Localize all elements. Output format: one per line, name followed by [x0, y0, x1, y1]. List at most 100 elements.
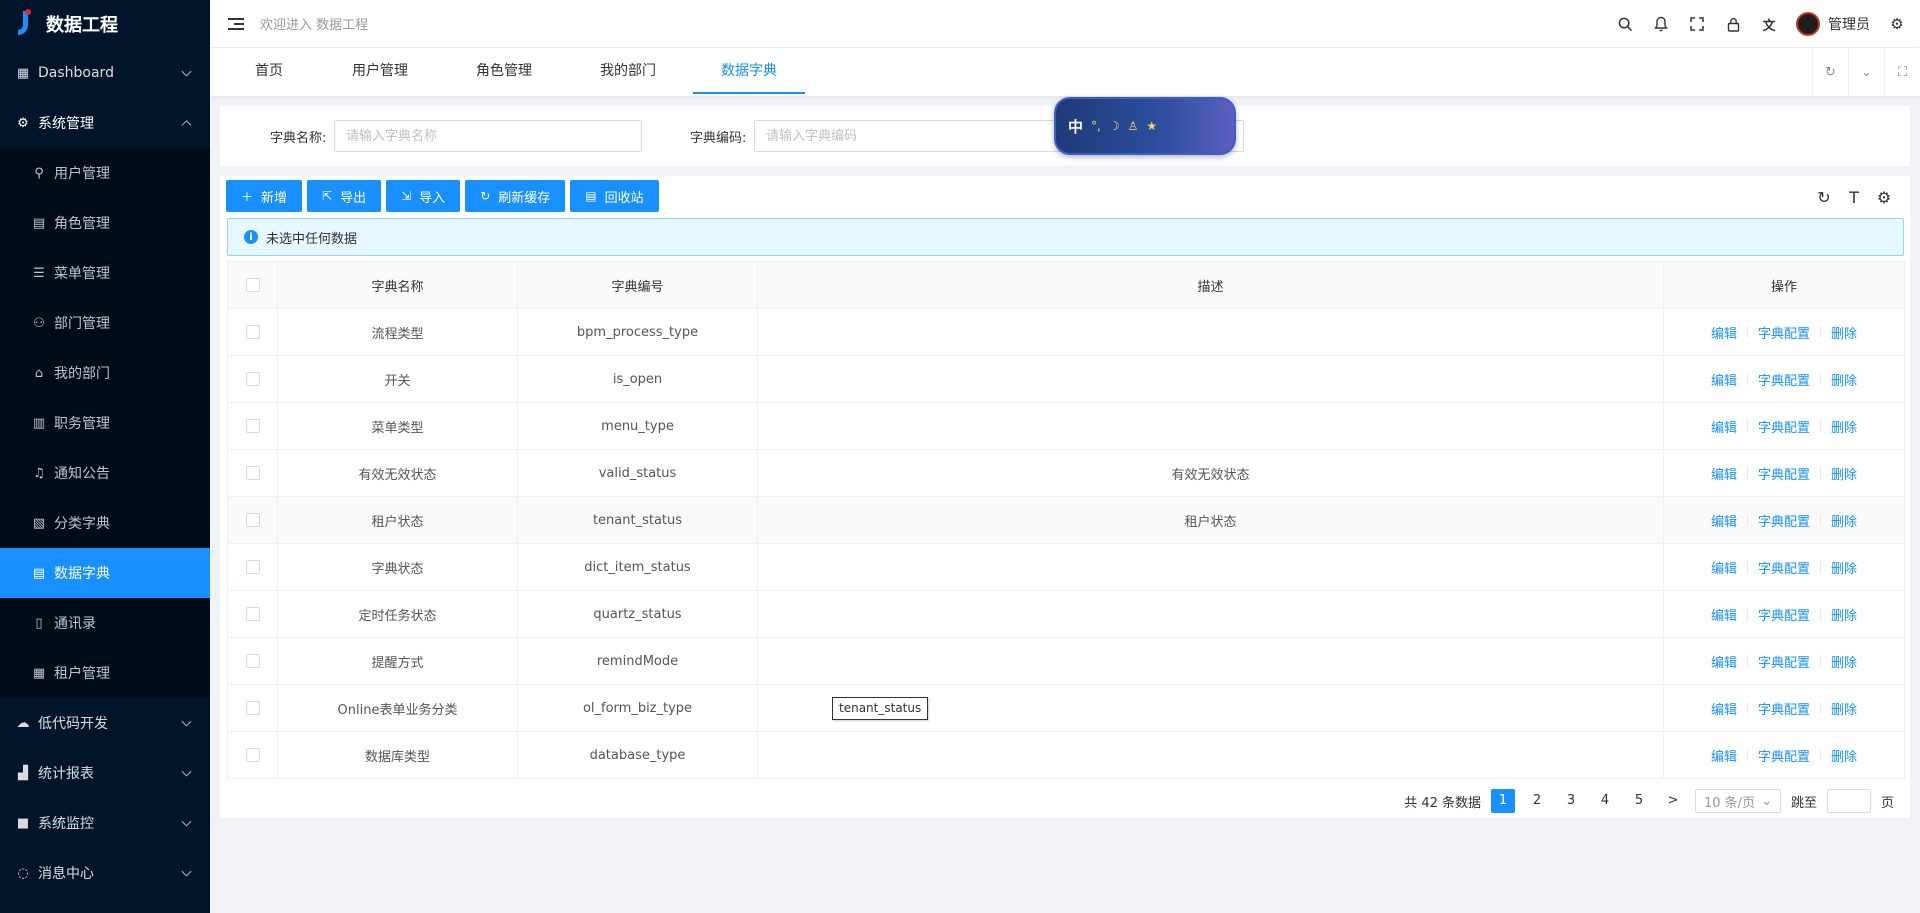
row-checkbox[interactable] — [245, 701, 260, 715]
app-logo[interactable]: 数据工程 — [0, 0, 210, 48]
dict-config-link[interactable]: 字典配置 — [1758, 464, 1810, 483]
next-page-icon[interactable]: > — [1661, 789, 1685, 813]
edit-link[interactable]: 编辑 — [1711, 370, 1737, 389]
dict-name-input[interactable] — [334, 120, 642, 152]
delete-link[interactable]: 删除 — [1831, 558, 1857, 577]
add-button[interactable]: ＋ 新增 — [226, 180, 303, 212]
sidebar-item-roles[interactable]: ▤ 角色管理 — [0, 198, 210, 248]
refresh-table-icon[interactable]: ↻ — [1816, 188, 1832, 207]
settings-gear-icon[interactable]: ⚙ — [1888, 15, 1906, 33]
page-size-select[interactable]: 10 条/页 ⌄ — [1695, 789, 1781, 813]
table-row[interactable]: 字典状态 dict_item_status 编辑 字典配置 删除 — [227, 543, 1905, 591]
tab-my-department[interactable]: 我的部门 — [586, 48, 670, 94]
table-row[interactable]: 开关 is_open 编辑 字典配置 删除 — [227, 355, 1905, 403]
bell-icon[interactable] — [1652, 15, 1670, 33]
search-icon[interactable] — [1616, 15, 1634, 33]
dict-config-link[interactable]: 字典配置 — [1758, 699, 1810, 718]
punctuation-icon[interactable]: °, — [1091, 119, 1101, 133]
column-height-icon[interactable]: T — [1846, 188, 1862, 207]
sidebar-item-positions[interactable]: ▥ 职务管理 — [0, 398, 210, 448]
avatar[interactable] — [1796, 12, 1820, 36]
table-row[interactable]: 定时任务状态 quartz_status 编辑 字典配置 删除 — [227, 590, 1905, 638]
table-row[interactable]: 流程类型 bpm_process_type 编辑 字典配置 删除 — [227, 308, 1905, 356]
sidebar-item-system[interactable]: ⚙ 系统管理 — [0, 98, 210, 148]
edit-link[interactable]: 编辑 — [1711, 464, 1737, 483]
delete-link[interactable]: 删除 — [1831, 746, 1857, 765]
select-all-checkbox[interactable] — [245, 278, 260, 292]
row-checkbox[interactable] — [245, 513, 260, 527]
sidebar-item-menus[interactable]: ☰ 菜单管理 — [0, 248, 210, 298]
export-button[interactable]: ⇱ 导出 — [307, 180, 382, 212]
delete-link[interactable]: 删除 — [1831, 605, 1857, 624]
star-icon[interactable]: ★ — [1146, 119, 1157, 133]
dict-config-link[interactable]: 字典配置 — [1758, 370, 1810, 389]
sidebar-item-category-dict[interactable]: ▧ 分类字典 — [0, 498, 210, 548]
delete-link[interactable]: 删除 — [1831, 464, 1857, 483]
delete-link[interactable]: 删除 — [1831, 652, 1857, 671]
page-4[interactable]: 4 — [1593, 789, 1617, 813]
sidebar-item-monitor[interactable]: ■ 系统监控 — [0, 798, 210, 848]
skin-icon[interactable]: ♙ — [1128, 119, 1139, 133]
translate-icon[interactable]: 文 — [1760, 15, 1778, 34]
table-row[interactable]: 提醒方式 remindMode 编辑 字典配置 删除 — [227, 637, 1905, 685]
table-row[interactable]: 数据库类型 database_type 编辑 字典配置 删除 — [227, 731, 1905, 779]
delete-link[interactable]: 删除 — [1831, 511, 1857, 530]
dict-config-link[interactable]: 字典配置 — [1758, 417, 1810, 436]
edit-link[interactable]: 编辑 — [1711, 417, 1737, 436]
page-3[interactable]: 3 — [1559, 789, 1583, 813]
dict-config-link[interactable]: 字典配置 — [1758, 746, 1810, 765]
table-row[interactable]: Online表单业务分类 ol_form_biz_type 编辑 字典配置 删除 — [227, 684, 1905, 732]
page-1[interactable]: 1 — [1491, 789, 1515, 813]
sidebar-item-my-department[interactable]: ⌂ 我的部门 — [0, 348, 210, 398]
edit-link[interactable]: 编辑 — [1711, 511, 1737, 530]
ime-language-char[interactable]: 中 — [1068, 116, 1083, 137]
table-row[interactable]: 菜单类型 menu_type 编辑 字典配置 删除 — [227, 402, 1905, 450]
jump-page-input[interactable] — [1826, 789, 1871, 813]
column-header[interactable]: 字典名称 — [277, 261, 518, 309]
dict-config-link[interactable]: 字典配置 — [1758, 511, 1810, 530]
row-checkbox[interactable] — [245, 372, 260, 386]
sidebar-item-notices[interactable]: ♫ 通知公告 — [0, 448, 210, 498]
delete-link[interactable]: 删除 — [1831, 699, 1857, 718]
edit-link[interactable]: 编辑 — [1711, 746, 1737, 765]
tab-user-management[interactable]: 用户管理 — [338, 48, 422, 94]
tab-data-dictionary[interactable]: 数据字典 — [693, 48, 805, 94]
sidebar-item-lowcode[interactable]: ☁ 低代码开发 — [0, 698, 210, 748]
row-checkbox[interactable] — [245, 325, 260, 339]
lock-icon[interactable] — [1724, 15, 1742, 33]
edit-link[interactable]: 编辑 — [1711, 558, 1737, 577]
row-checkbox[interactable] — [245, 748, 260, 762]
sidebar-item-reports[interactable]: ▟ 统计报表 — [0, 748, 210, 798]
sidebar-item-departments[interactable]: ⚇ 部门管理 — [0, 298, 210, 348]
row-checkbox[interactable] — [245, 419, 260, 433]
page-2[interactable]: 2 — [1525, 789, 1549, 813]
row-checkbox[interactable] — [245, 466, 260, 480]
sidebar-item-users[interactable]: ⚲ 用户管理 — [0, 148, 210, 198]
delete-link[interactable]: 删除 — [1831, 417, 1857, 436]
row-checkbox[interactable] — [245, 607, 260, 621]
delete-link[interactable]: 删除 — [1831, 323, 1857, 342]
dict-config-link[interactable]: 字典配置 — [1758, 652, 1810, 671]
table-row[interactable]: 租户状态 tenant_status 租户状态 编辑 字典配置 删除 — [227, 496, 1905, 544]
refresh-cache-button[interactable]: ↻ 刷新缓存 — [465, 180, 566, 212]
row-checkbox[interactable] — [245, 560, 260, 574]
tab-fullscreen-icon[interactable]: ⛶ — [1884, 48, 1920, 96]
edit-link[interactable]: 编辑 — [1711, 323, 1737, 342]
dict-config-link[interactable]: 字典配置 — [1758, 558, 1810, 577]
edit-link[interactable]: 编辑 — [1711, 605, 1737, 624]
fullscreen-icon[interactable] — [1688, 15, 1706, 33]
import-button[interactable]: ⇲ 导入 — [386, 180, 461, 212]
table-settings-icon[interactable]: ⚙ — [1876, 188, 1892, 207]
recycle-bin-button[interactable]: ▤ 回收站 — [570, 180, 659, 212]
delete-link[interactable]: 删除 — [1831, 370, 1857, 389]
table-row[interactable]: 有效无效状态 valid_status 有效无效状态 编辑 字典配置 删除 — [227, 449, 1905, 497]
page-5[interactable]: 5 — [1627, 789, 1651, 813]
edit-link[interactable]: 编辑 — [1711, 652, 1737, 671]
reload-tab-icon[interactable]: ↻ — [1812, 48, 1848, 96]
row-checkbox[interactable] — [245, 654, 260, 668]
sidebar-item-messages[interactable]: ◌ 消息中心 — [0, 848, 210, 898]
ime-toolbar-widget[interactable]: 中 °, ☽ ♙ ★ — [1054, 97, 1236, 155]
menu-fold-icon[interactable] — [228, 17, 244, 31]
tab-role-management[interactable]: 角色管理 — [462, 48, 546, 94]
column-header[interactable]: 描述 — [757, 261, 1664, 309]
